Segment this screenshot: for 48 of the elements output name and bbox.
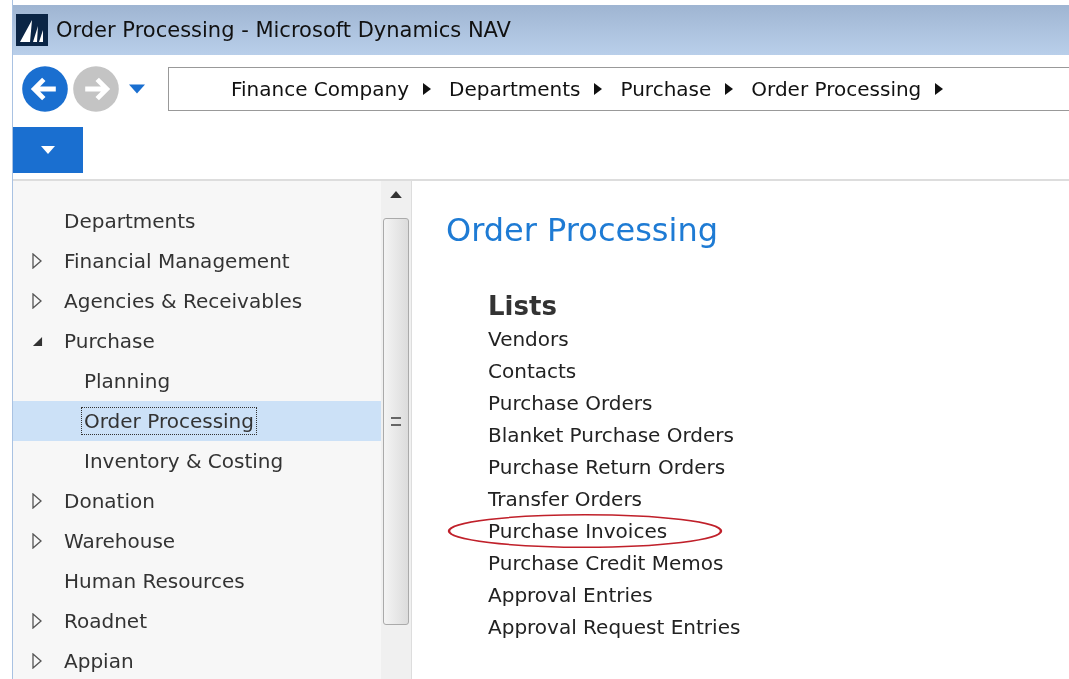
- ribbon-toggle-button[interactable]: [13, 127, 83, 173]
- tree-item[interactable]: Purchase: [13, 321, 381, 361]
- breadcrumb-item[interactable]: Purchase: [620, 77, 712, 101]
- tree-item[interactable]: Order Processing: [13, 401, 381, 441]
- scroll-up-icon[interactable]: [390, 191, 402, 198]
- list-link[interactable]: Approval Request Entries: [488, 615, 741, 639]
- tree-item[interactable]: Donation: [13, 481, 381, 521]
- list-link[interactable]: Approval Entries: [488, 583, 653, 607]
- history-dropdown-icon[interactable]: [129, 84, 145, 94]
- breadcrumb-arrow-icon[interactable]: [594, 83, 603, 95]
- list-link[interactable]: Purchase Return Orders: [488, 455, 726, 479]
- address-bar[interactable]: Finance Company Departments Purchase Order Processing: [168, 67, 1069, 111]
- breadcrumb-item[interactable]: Finance Company: [231, 77, 410, 101]
- window-title: Order Processing - Microsoft Dynamics NAV: [56, 18, 511, 42]
- collapsed-icon[interactable]: [32, 293, 42, 309]
- breadcrumb-arrow-icon[interactable]: [725, 83, 734, 95]
- tree-item[interactable]: Financial Management: [13, 241, 381, 281]
- page-title: Order Processing: [446, 211, 719, 249]
- list-link[interactable]: Blanket Purchase Orders: [488, 423, 734, 447]
- breadcrumb-item[interactable]: Order Processing: [751, 77, 922, 101]
- tree-item[interactable]: Agencies & Receivables: [13, 281, 381, 321]
- section-heading: Lists: [488, 291, 558, 321]
- collapsed-icon[interactable]: [32, 613, 42, 629]
- breadcrumb-arrow-icon[interactable]: [935, 83, 944, 95]
- app-logo-icon: [16, 14, 48, 46]
- collapsed-icon[interactable]: [32, 533, 42, 549]
- collapsed-icon[interactable]: [32, 653, 42, 669]
- caret-icon[interactable]: [41, 146, 55, 154]
- expanded-icon[interactable]: [31, 335, 43, 347]
- tree-item[interactable]: Human Resources: [13, 561, 381, 601]
- tree-item[interactable]: Roadnet: [13, 601, 381, 641]
- back-button[interactable]: [21, 65, 69, 113]
- list-link[interactable]: Transfer Orders: [488, 487, 643, 511]
- tree-item[interactable]: Departments: [13, 201, 381, 241]
- list-link[interactable]: Vendors: [488, 327, 569, 351]
- breadcrumb-arrow-icon[interactable]: [423, 83, 432, 95]
- list-link[interactable]: Contacts: [488, 359, 577, 383]
- list-link[interactable]: Purchase Credit Memos: [488, 551, 724, 575]
- collapsed-icon[interactable]: [32, 253, 42, 269]
- grip-icon[interactable]: [391, 417, 401, 426]
- tree-item[interactable]: Planning: [13, 361, 381, 401]
- tree-item[interactable]: Inventory & Costing: [13, 441, 381, 481]
- breadcrumb-item[interactable]: Departments: [449, 77, 581, 101]
- collapsed-icon[interactable]: [32, 493, 42, 509]
- tree-item[interactable]: Warehouse: [13, 521, 381, 561]
- scrollbar[interactable]: [381, 181, 411, 679]
- list-link[interactable]: Purchase Orders: [488, 391, 653, 415]
- tree-item[interactable]: Appian: [13, 641, 381, 679]
